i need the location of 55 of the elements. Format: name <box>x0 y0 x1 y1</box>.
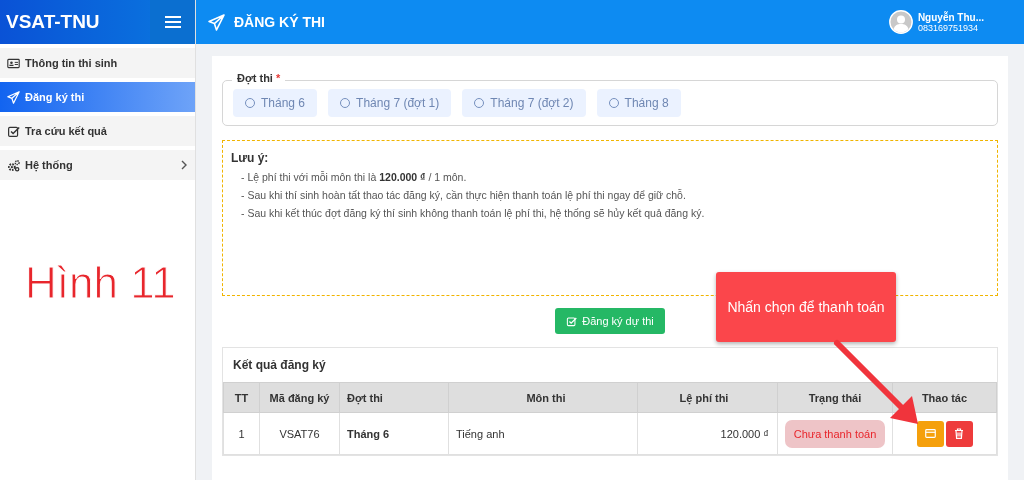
checkbox-icon <box>7 124 20 138</box>
sidebar-item[interactable]: Tra cứu kết quả <box>0 116 195 146</box>
field-label: Đợt thi <box>237 72 273 84</box>
callout-box: Nhấn chọn để thanh toán <box>716 272 896 342</box>
required-mark: * <box>275 72 281 84</box>
radio-option[interactable]: Tháng 6 <box>233 89 318 117</box>
column-header: Mã đăng ký <box>259 382 340 413</box>
radio-option[interactable]: Tháng 8 <box>596 89 681 117</box>
figure-label: Hình 11 <box>25 258 176 308</box>
column-header: Môn thi <box>448 382 638 413</box>
sidebar-item[interactable]: Đăng ký thi <box>0 82 195 112</box>
sidebar-item-label: Đăng ký thi <box>25 91 86 103</box>
sidebar-item-label: Thông tin thi sinh <box>25 57 119 69</box>
column-header: Trạng thái <box>777 382 893 413</box>
radio-label: Tháng 8 <box>624 96 669 110</box>
delete-button[interactable] <box>945 420 973 447</box>
sidebar-item-label: Hệ thống <box>25 159 74 171</box>
notice-text: - Lệ phí thi với mỗi môn thi là 120.000 ₫ / 1 môn. <box>240 170 468 185</box>
results-title: Kết quả đăng ký <box>232 357 327 374</box>
column-header: TT <box>223 382 260 413</box>
avatar-icon <box>888 10 913 34</box>
register-button[interactable]: Đăng ký dự thi <box>555 308 665 334</box>
notice-text: - Sau khi thí sinh hoàn tất thao tác đăng ký, cần thực hiện thanh toán lệ phí thi ngay để giữ chỗ. <box>240 188 687 203</box>
status-badge: Chưa thanh toán <box>784 419 886 448</box>
page-title: ĐĂNG KÝ THI <box>234 14 325 30</box>
column-header: Lệ phí thi <box>637 382 778 413</box>
paper-plane-icon <box>208 13 225 31</box>
radio-option[interactable]: Tháng 7 (đợt 2) <box>462 89 586 117</box>
table-cell: 1 <box>223 412 260 455</box>
column-header: Đợt thi <box>339 382 449 413</box>
user-phone: 083169751934 <box>917 22 979 33</box>
pay-button[interactable] <box>916 420 944 447</box>
id-card-icon <box>7 56 20 70</box>
sidebar-item-label: Tra cứu kết quả <box>25 125 108 137</box>
table-cell: VSAT76 <box>259 412 340 455</box>
sidebar-item[interactable]: Thông tin thi sinh <box>0 48 195 78</box>
app-logo-text: VSAT-TNU <box>5 11 101 33</box>
notice-title: Lưu ý: <box>231 151 270 165</box>
menu-icon <box>164 15 181 29</box>
column-header: Thao tác <box>892 382 997 413</box>
radio-label: Tháng 6 <box>261 96 306 110</box>
sidebar-item[interactable]: Hệ thống <box>0 150 195 180</box>
menu-button[interactable] <box>150 0 195 44</box>
user-name: Nguyễn Thu... <box>917 11 984 23</box>
paper-plane-icon <box>7 90 20 104</box>
radio-option[interactable]: Tháng 7 (đợt 1) <box>328 89 452 117</box>
checkbox-icon <box>566 315 578 327</box>
radio-label: Tháng 7 (đợt 1) <box>356 96 440 110</box>
table-cell: Tiếng anh <box>448 412 638 455</box>
notice-text: - Sau khi kết thúc đợt đăng ký thí sinh không thanh toán lệ phí thi, hệ thống sẽ hủy kết quả đăng ký. <box>240 206 706 221</box>
trash-icon <box>954 428 964 439</box>
radio-label: Tháng 7 (đợt 2) <box>490 96 574 110</box>
table-cell: Tháng 6 <box>339 412 449 455</box>
card-icon <box>924 429 936 438</box>
table-cell: 120.000 ₫ <box>637 412 778 455</box>
